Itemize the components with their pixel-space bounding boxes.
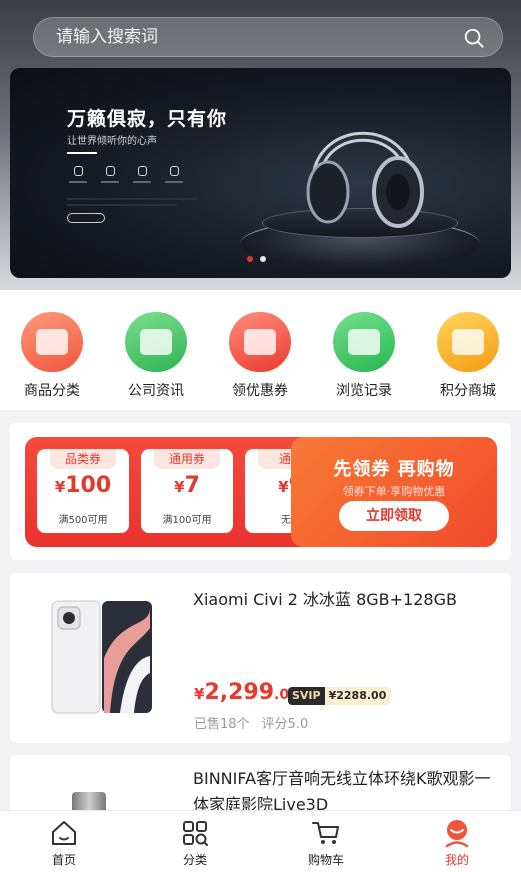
nav-label: 浏览记录 [336, 383, 392, 399]
category-nav: 商品分类 公司资讯 领优惠券 浏览记录 积分商城 [0, 290, 521, 410]
home-icon [52, 821, 76, 845]
nav-label: 领优惠券 [232, 383, 288, 399]
search-input[interactable] [56, 18, 456, 56]
banner-feature-icons [67, 166, 185, 194]
nav-item-browse-history[interactable]: 浏览记录 [312, 312, 416, 400]
svip-tag: SVIP [288, 687, 325, 705]
search-icon[interactable] [463, 27, 485, 49]
profile-icon [445, 820, 469, 848]
tab-label: 首页 [51, 853, 76, 867]
tab-profile[interactable]: 我的 [417, 818, 497, 868]
bottom-tab-bar: 首页 分类 购物车 我的 [0, 810, 521, 872]
svip-price-badge: SVIP ¥2288.00 [288, 687, 391, 705]
category-grid-icon [183, 821, 208, 846]
tab-label: 购物车 [307, 853, 344, 867]
tab-label: 分类 [182, 853, 207, 867]
coupon-promo-title: 先领券 再购物 [333, 459, 455, 480]
history-icon [333, 312, 395, 372]
coupon-amount: ¥7 [174, 473, 200, 498]
nav-label: 商品分类 [24, 383, 80, 399]
sold-count: 已售18个 [194, 717, 250, 732]
claim-now-button[interactable]: 立即领取 [339, 501, 449, 531]
product-card[interactable]: Xiaomi Civi 2 冰冰蓝 8GB+128GB ¥2,299.00 SV… [10, 573, 511, 743]
coupon-ticket[interactable]: 品类券 ¥100 满500可用 [37, 449, 129, 533]
headset-feature-icon [67, 166, 89, 194]
banner-divider [67, 152, 97, 154]
cart-icon [312, 822, 339, 844]
coupon-tag: 品类券 [50, 449, 116, 469]
coupon-icon [229, 312, 291, 372]
company-news-icon [125, 312, 187, 372]
banner-fine-print [67, 204, 177, 206]
banner-fine-print [67, 198, 197, 200]
product-image [51, 600, 152, 714]
product-name[interactable]: BINNIFA客厅音响无线立体环绕K歌观影一体家庭影院Live3D [193, 766, 498, 815]
nav-label: 积分商城 [440, 383, 496, 399]
tab-category[interactable]: 分类 [155, 818, 235, 868]
coupon-condition: 满100可用 [162, 515, 212, 526]
tab-home[interactable]: 首页 [24, 818, 104, 868]
nav-item-get-coupons[interactable]: 领优惠券 [208, 312, 312, 400]
coupon-tag: 通用券 [154, 449, 220, 469]
headphone-image [306, 131, 424, 228]
points-mall-icon [437, 312, 499, 372]
coupon-ticket[interactable]: 通用券 ¥7 满100可用 [141, 449, 233, 533]
svip-price: ¥2288.00 [324, 687, 391, 705]
coupon-section: 品类券 ¥100 满500可用 通用券 ¥7 满100可用 通用 ¥9 无门 先… [10, 423, 511, 560]
tab-label: 我的 [444, 853, 469, 867]
nav-item-points-mall[interactable]: 积分商城 [416, 312, 520, 400]
nav-item-product-category[interactable]: 商品分类 [0, 312, 104, 400]
nav-label: 公司资讯 [128, 383, 184, 399]
banner-title: 万籁俱寂，只有你 [67, 108, 228, 130]
banner-subtitle: 让世界倾听你的心声 [67, 136, 157, 147]
phone-feature-icon [163, 166, 185, 194]
header-area: 万籁俱寂，只有你 让世界倾听你的心声 [0, 0, 521, 290]
product-rating: 评分5.0 [261, 717, 309, 732]
music-feature-icon [131, 166, 153, 194]
pagination-dot-active[interactable] [247, 256, 253, 262]
product-price: ¥2,299.00 [194, 680, 299, 705]
product-name[interactable]: Xiaomi Civi 2 冰冰蓝 8GB+128GB [193, 587, 498, 613]
tab-cart[interactable]: 购物车 [286, 818, 366, 868]
coupon-amount: ¥100 [54, 473, 112, 498]
coupon-condition: 满500可用 [58, 515, 108, 526]
mic-feature-icon [99, 166, 121, 194]
banner-pagination [247, 256, 266, 262]
pagination-dot[interactable] [260, 256, 266, 262]
coupon-promo-subtitle: 领券下单·享购物优惠 [342, 485, 446, 498]
coupon-banner: 品类券 ¥100 满500可用 通用券 ¥7 满100可用 通用 ¥9 无门 先… [25, 437, 497, 547]
banner-buy-button[interactable] [67, 213, 105, 223]
product-meta: 已售18个 评分5.0 [194, 713, 308, 732]
nav-item-company-news[interactable]: 公司资讯 [104, 312, 208, 400]
product-category-icon [21, 312, 83, 372]
search-bar[interactable] [33, 17, 503, 57]
product-card[interactable]: BINNIFA客厅音响无线立体环绕K歌观影一体家庭影院Live3D [10, 755, 511, 815]
promo-banner[interactable]: 万籁俱寂，只有你 让世界倾听你的心声 [10, 68, 511, 278]
coupon-promo-panel: 先领券 再购物 领券下单·享购物优惠 立即领取 [291, 437, 497, 547]
